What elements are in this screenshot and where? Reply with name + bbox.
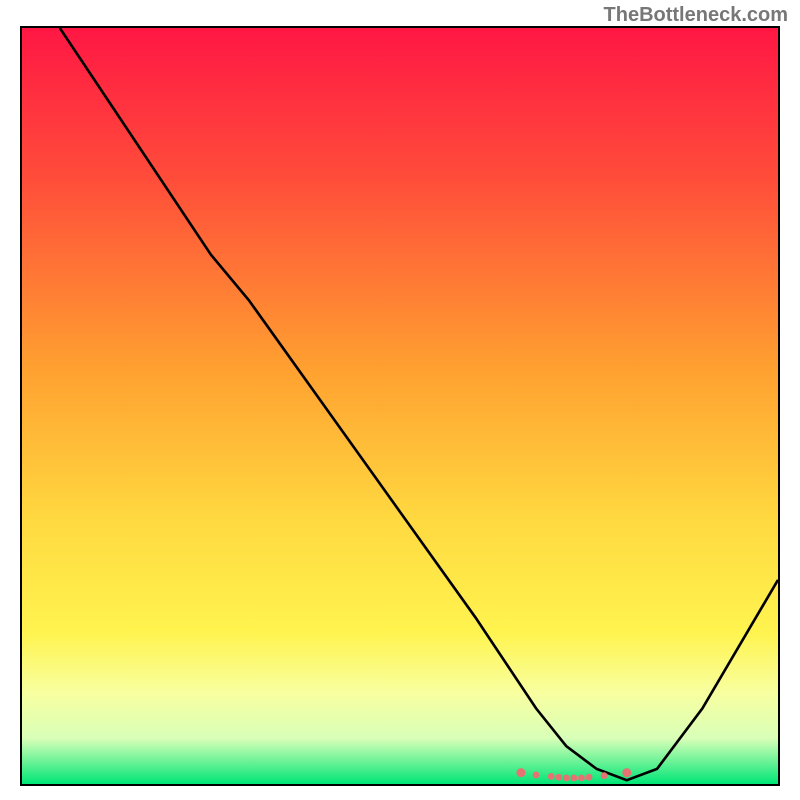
- chart-curve-layer: [22, 28, 778, 784]
- marker-point: [533, 772, 540, 779]
- marker-point: [570, 775, 577, 782]
- marker-point: [563, 775, 570, 782]
- marker-point: [548, 773, 555, 780]
- marker-point: [622, 768, 631, 777]
- marker-point: [578, 775, 585, 782]
- attribution-text: TheBottleneck.com: [604, 4, 788, 27]
- marker-point: [555, 774, 562, 781]
- bottleneck-curve: [60, 28, 778, 780]
- marker-point: [516, 768, 525, 777]
- marker-point: [586, 774, 593, 781]
- marker-point: [601, 772, 608, 779]
- chart-plot-area: [20, 26, 780, 786]
